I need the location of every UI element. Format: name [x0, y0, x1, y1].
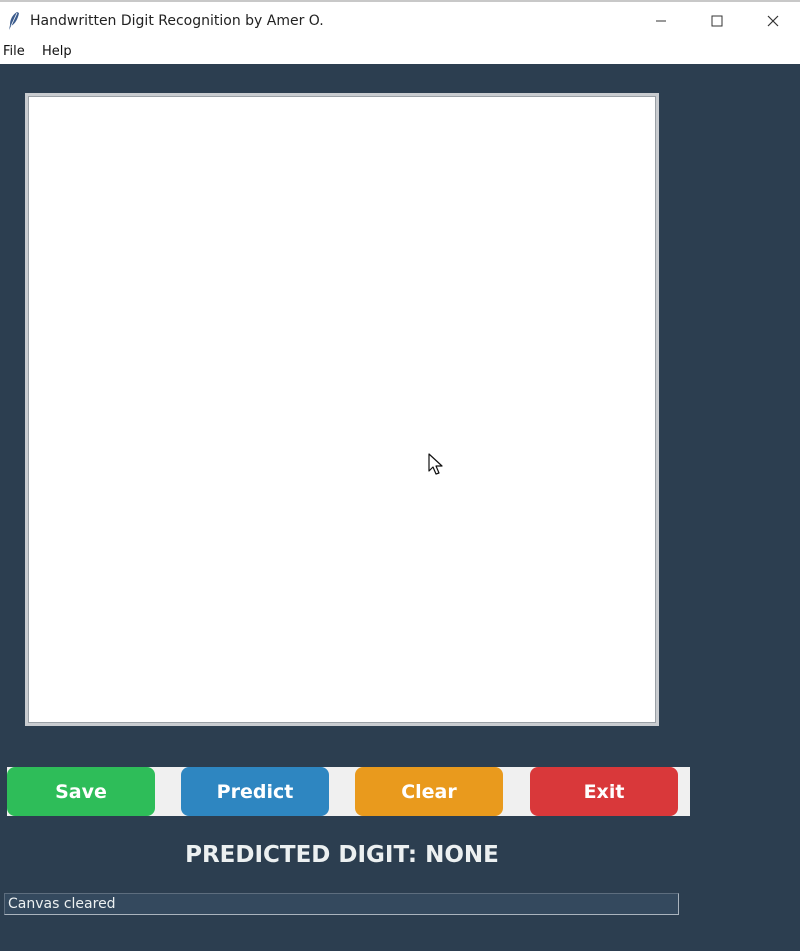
close-button[interactable] — [744, 2, 800, 40]
feather-icon — [6, 11, 22, 31]
app-window: Handwritten Digit Recognition by Amer O.… — [0, 0, 800, 951]
window-title: Handwritten Digit Recognition by Amer O. — [30, 13, 324, 29]
status-text: Canvas cleared — [8, 896, 116, 912]
minimize-button[interactable] — [632, 2, 690, 40]
row-edge — [0, 767, 7, 816]
clear-button[interactable]: Clear — [355, 767, 503, 816]
arrow-cursor-icon — [428, 453, 446, 477]
exit-button[interactable]: Exit — [530, 767, 678, 816]
menu-file[interactable]: File — [3, 44, 25, 59]
status-bar: Canvas cleared — [4, 893, 679, 915]
menu-bar: File Help — [0, 40, 800, 64]
maximize-icon — [711, 12, 723, 31]
title-bar[interactable]: Handwritten Digit Recognition by Amer O. — [0, 0, 800, 40]
close-icon — [767, 12, 779, 31]
menu-help[interactable]: Help — [42, 44, 72, 59]
save-button[interactable]: Save — [7, 767, 155, 816]
predicted-digit-label: PREDICTED DIGIT: NONE — [185, 842, 499, 868]
minimize-icon — [655, 12, 667, 31]
maximize-button[interactable] — [688, 2, 746, 40]
predict-button[interactable]: Predict — [181, 767, 329, 816]
button-row: Save Predict Clear Exit — [0, 767, 690, 816]
drawing-canvas[interactable] — [25, 93, 659, 726]
